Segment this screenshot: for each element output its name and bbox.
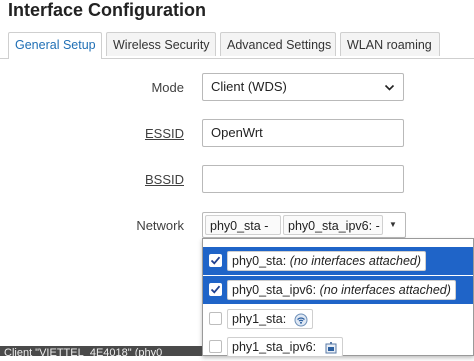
essid-input[interactable]: OpenWrt <box>202 119 404 147</box>
network-chip-suffix: - <box>264 219 269 233</box>
checkbox[interactable] <box>209 340 222 353</box>
network-chip-name: phy0_sta_ipv6: <box>288 219 373 233</box>
network-option-name: phy1_sta: <box>232 312 287 326</box>
network-chip-suffix: - <box>375 219 380 233</box>
mode-select[interactable]: Client (WDS) <box>202 73 404 101</box>
network-option-chip: phy1_sta_ipv6: <box>227 337 343 357</box>
network-option-name: phy0_sta_ipv6: <box>232 283 317 297</box>
wifi-icon <box>294 313 308 327</box>
checkbox[interactable] <box>209 254 222 267</box>
check-icon <box>210 285 221 294</box>
network-option-name: phy0_sta: <box>232 254 287 268</box>
mode-label: Mode <box>151 80 184 95</box>
bssid-label: BSSID <box>144 172 184 187</box>
network-option-note: (no interfaces attached) <box>319 283 451 297</box>
tab-wlan-roaming[interactable]: WLAN roaming <box>340 32 440 56</box>
checkbox[interactable] <box>209 312 222 325</box>
chevron-down-icon <box>384 84 395 91</box>
tab-advanced-settings[interactable]: Advanced Settings <box>220 32 336 56</box>
network-option[interactable]: phy0_sta_ipv6: (no interfaces attached) <box>203 276 473 304</box>
mode-select-value: Client (WDS) <box>211 79 287 94</box>
status-bar: Client "VIETTEL_4E4018" (phy0 <box>0 346 202 356</box>
network-chip-name: phy0_sta <box>210 219 261 233</box>
bssid-input[interactable] <box>202 165 404 193</box>
tab-general-setup[interactable]: General Setup <box>8 32 102 59</box>
network-option-chip: phy0_sta: (no interfaces attached) <box>227 251 427 271</box>
network-dropdown-list: phy0_sta: (no interfaces attached) phy0_… <box>202 238 474 357</box>
essid-label: ESSID <box>144 126 184 141</box>
tab-wireless-security[interactable]: Wireless Security <box>106 32 216 56</box>
tab-bar: General Setup Wireless Security Advanced… <box>0 32 474 59</box>
page-title: Interface Configuration <box>8 0 207 20</box>
checkbox[interactable] <box>209 283 222 296</box>
network-option-chip: phy0_sta_ipv6: (no interfaces attached) <box>227 280 456 300</box>
network-multiselect[interactable]: phy0_sta - phy0_sta_ipv6: - ▼ <box>202 212 406 238</box>
network-chip[interactable]: phy0_sta_ipv6: - <box>283 215 383 235</box>
network-option-name: phy1_sta_ipv6: <box>232 340 317 354</box>
network-chip[interactable]: phy0_sta - <box>205 215 281 235</box>
check-icon <box>210 256 221 265</box>
network-label: Network <box>136 218 184 233</box>
ethernet-icon <box>325 341 337 354</box>
network-option[interactable]: phy1_sta: <box>203 305 473 333</box>
network-option-chip: phy1_sta: <box>227 309 313 329</box>
dropdown-caret-icon[interactable]: ▼ <box>385 215 401 235</box>
network-option[interactable]: phy0_sta: (no interfaces attached) <box>203 247 473 275</box>
network-option[interactable]: phy1_sta_ipv6: <box>203 333 473 361</box>
network-option-note: (no interfaces attached) <box>289 254 422 268</box>
